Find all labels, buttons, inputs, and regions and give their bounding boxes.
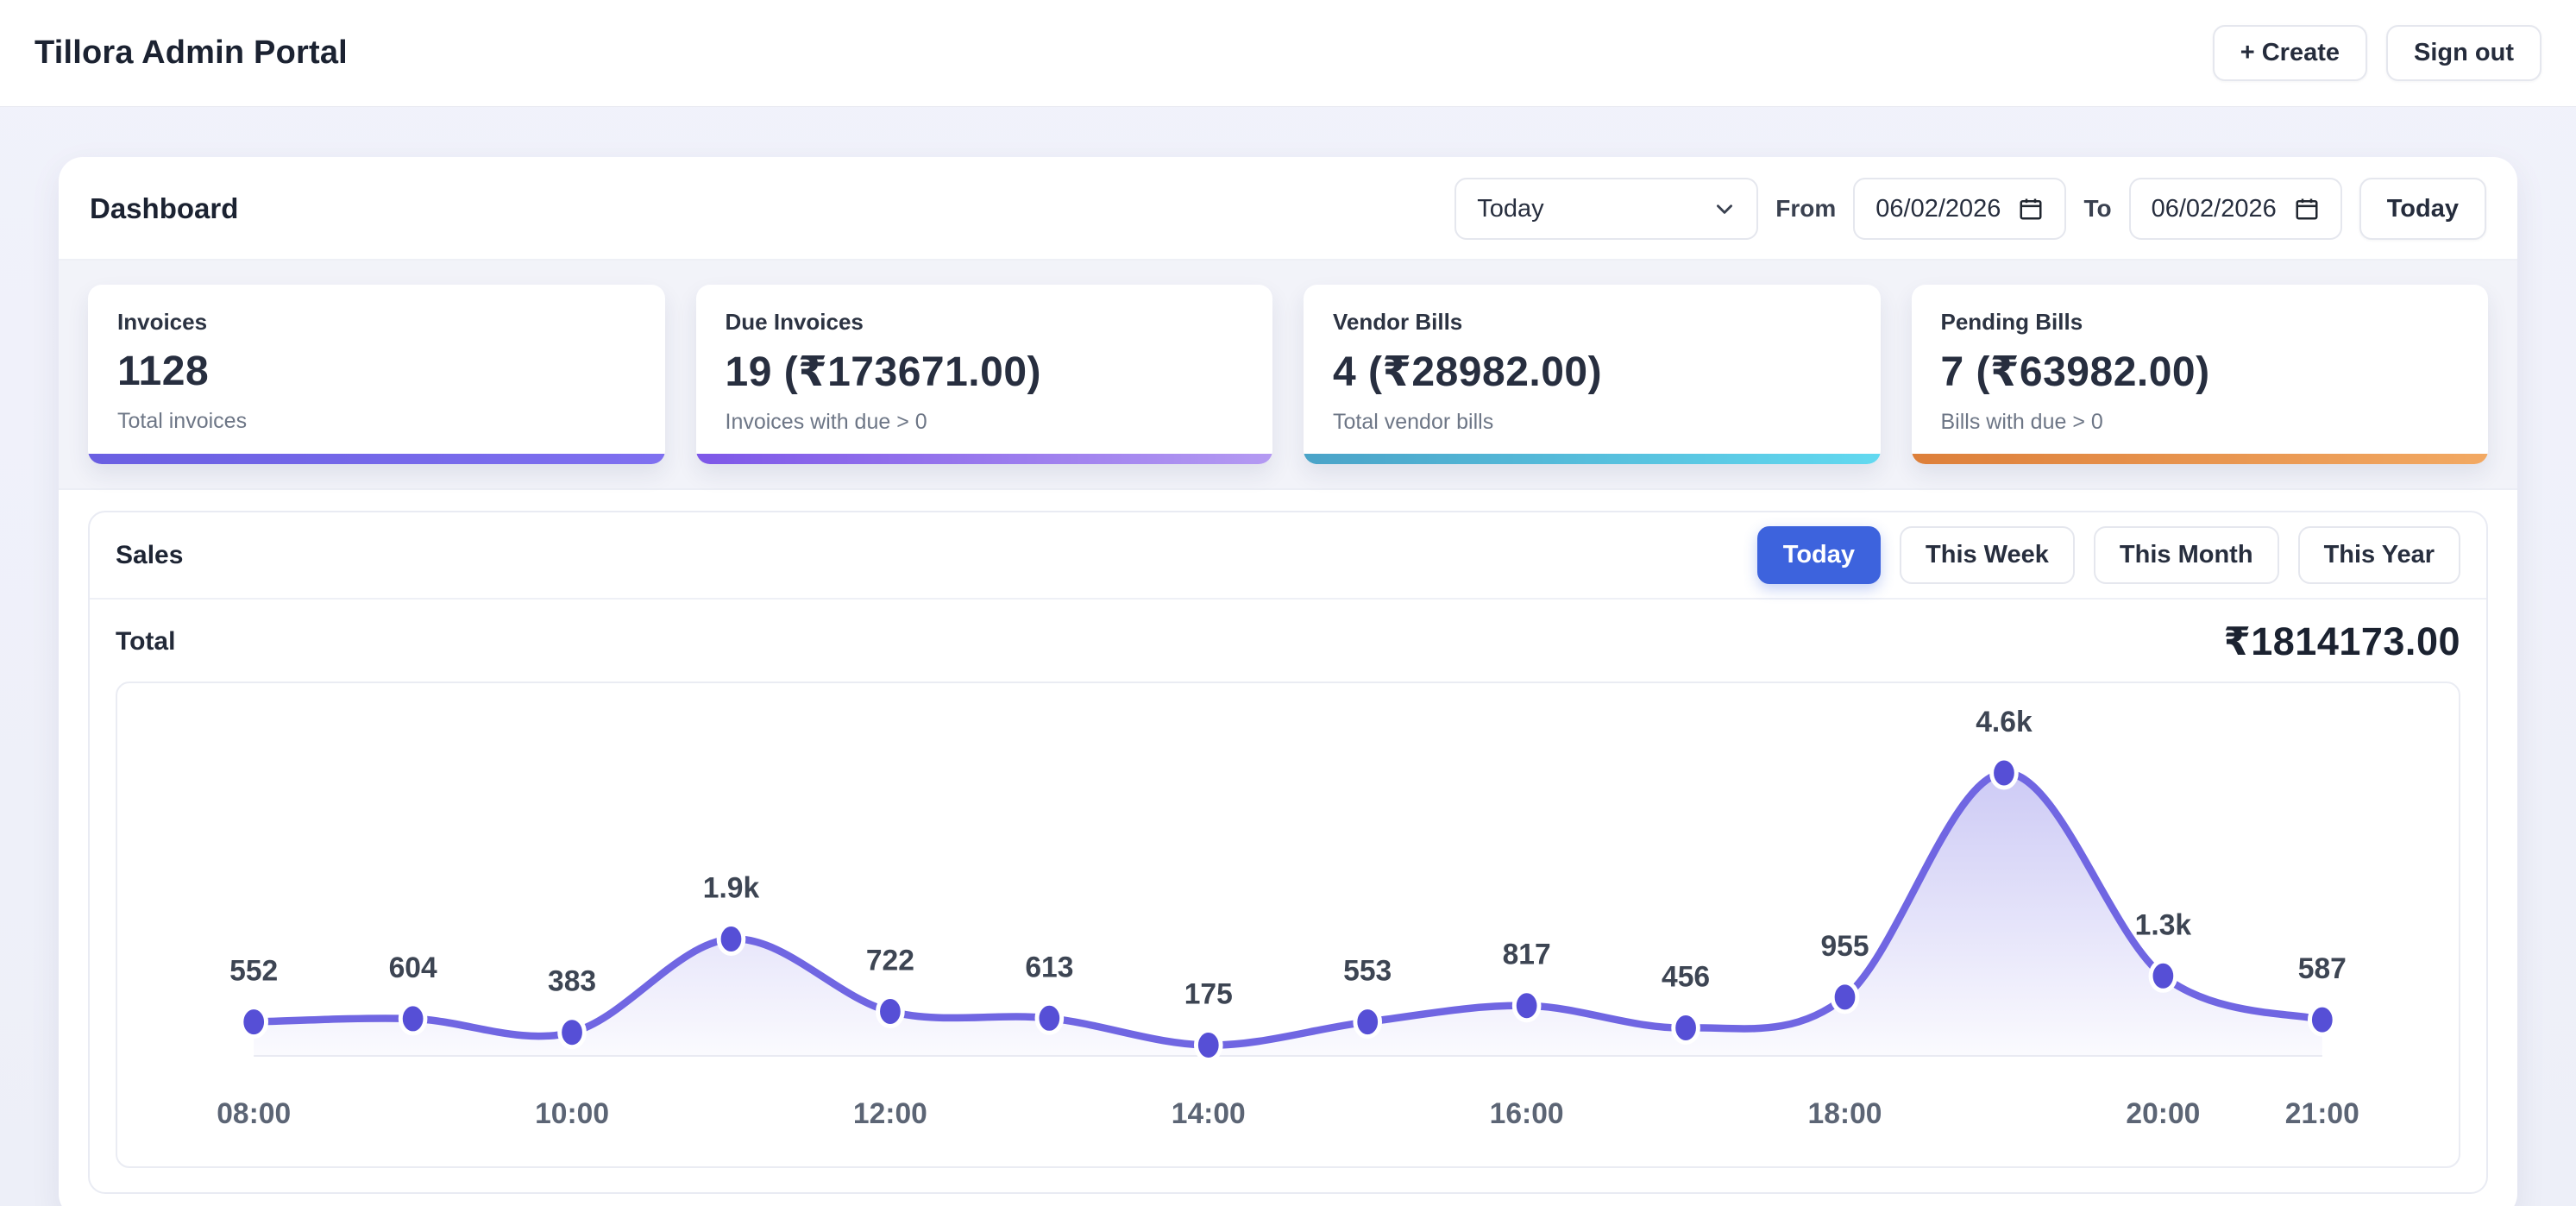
- to-date-input[interactable]: 06/02/2026: [2129, 178, 2342, 240]
- main-card: Dashboard Today From 06/02/2026 To: [59, 157, 2517, 1206]
- chart-point[interactable]: [2151, 961, 2176, 990]
- dashboard-header-row: Dashboard Today From 06/02/2026 To: [59, 157, 2517, 259]
- chart-point-label: 587: [2298, 952, 2347, 985]
- chart-x-tick: 12:00: [853, 1097, 927, 1130]
- today-button[interactable]: Today: [2359, 178, 2486, 240]
- stat-card-vendor-bills: Vendor Bills 4 (₹28982.00) Total vendor …: [1304, 285, 1881, 464]
- chart-point[interactable]: [1514, 991, 1539, 1021]
- chart-point[interactable]: [719, 925, 744, 954]
- to-label: To: [2083, 195, 2111, 223]
- stat-label: Invoices: [117, 309, 636, 336]
- chart-point-label: 456: [1662, 960, 1710, 993]
- stat-sub: Total vendor bills: [1333, 410, 1851, 435]
- chart-point[interactable]: [242, 1008, 267, 1037]
- total-value: ₹1814173.00: [2223, 619, 2460, 664]
- topbar-actions: + Create Sign out: [2213, 25, 2541, 81]
- sales-chart: 552 604 383 1.9k 722 613 175 553 817 456 955 4.6k 1.…: [116, 682, 2460, 1168]
- chart-x-tick: 14:00: [1172, 1097, 1246, 1130]
- chart-point-label: 722: [866, 944, 914, 977]
- stat-card-due-invoices: Due Invoices 19 (₹173671.00) Invoices wi…: [696, 285, 1273, 464]
- chart-point[interactable]: [2309, 1005, 2334, 1034]
- chart-point-label: 604: [389, 952, 437, 984]
- chart-point[interactable]: [1355, 1008, 1380, 1037]
- date-range-controls: Today From 06/02/2026 To 06/02/2026: [1454, 178, 2486, 240]
- stat-value: 19 (₹173671.00): [726, 348, 1244, 396]
- chart-point-label: 955: [1820, 930, 1869, 963]
- chart-point-label: 383: [548, 965, 596, 998]
- stat-accent-bar: [88, 454, 665, 464]
- chart-x-tick: 21:00: [2285, 1097, 2359, 1130]
- stat-label: Pending Bills: [1941, 309, 2460, 336]
- chart-point-label: 1.3k: [2135, 908, 2192, 941]
- sales-header-row: Sales Today This Week This Month This Year: [90, 512, 2486, 598]
- from-date-input[interactable]: 06/02/2026: [1853, 178, 2066, 240]
- stat-card-invoices: Invoices 1128 Total invoices: [88, 285, 665, 464]
- chart-point-label: 4.6k: [1976, 706, 2033, 738]
- stats-band: Invoices 1128 Total invoices Due Invoice…: [59, 261, 2517, 490]
- topbar: Tillora Admin Portal + Create Sign out: [0, 0, 2576, 107]
- screen: Tillora Admin Portal + Create Sign out D…: [0, 0, 2576, 1206]
- sales-filters: Today This Week This Month This Year: [1757, 526, 2460, 584]
- stat-accent-bar: [1304, 454, 1881, 464]
- to-date-value: 06/02/2026: [2152, 195, 2277, 223]
- sales-filter-this-year[interactable]: This Year: [2298, 526, 2460, 584]
- chart-point-label: 817: [1503, 939, 1551, 971]
- chart-area: [254, 773, 2322, 1056]
- signout-button[interactable]: Sign out: [2386, 25, 2541, 81]
- chart-x-tick: 16:00: [1490, 1097, 1564, 1130]
- chart-point[interactable]: [1832, 983, 1857, 1012]
- stat-value: 7 (₹63982.00): [1941, 348, 2460, 396]
- stat-card-pending-bills: Pending Bills 7 (₹63982.00) Bills with d…: [1912, 285, 2489, 464]
- stat-value: 4 (₹28982.00): [1333, 348, 1851, 396]
- stat-sub: Bills with due > 0: [1941, 410, 2460, 435]
- from-label: From: [1775, 195, 1836, 223]
- chart-x-tick: 18:00: [1808, 1097, 1882, 1130]
- chart-point[interactable]: [560, 1018, 585, 1047]
- sales-filter-this-week[interactable]: This Week: [1900, 526, 2075, 584]
- create-button[interactable]: + Create: [2213, 25, 2367, 81]
- sales-title: Sales: [116, 541, 183, 570]
- stat-sub: Total invoices: [117, 409, 636, 434]
- chart-point-label: 1.9k: [703, 871, 760, 904]
- sales-line-chart: 552 604 383 1.9k 722 613 175 553 817 456 955 4.6k 1.…: [117, 683, 2459, 1166]
- app-title: Tillora Admin Portal: [35, 35, 348, 72]
- chart-point[interactable]: [400, 1004, 425, 1033]
- from-date-value: 06/02/2026: [1875, 195, 2001, 223]
- chart-point-label: 175: [1184, 977, 1233, 1010]
- stat-label: Vendor Bills: [1333, 309, 1851, 336]
- sales-filter-today[interactable]: Today: [1757, 526, 1881, 584]
- chart-x-tick: 10:00: [535, 1097, 609, 1130]
- chart-x-tick: 20:00: [2126, 1097, 2200, 1130]
- stat-sub: Invoices with due > 0: [726, 410, 1244, 435]
- range-select[interactable]: Today: [1454, 178, 1758, 240]
- sales-filter-this-month[interactable]: This Month: [2094, 526, 2279, 584]
- range-select-value: Today: [1477, 195, 1543, 223]
- chart-point[interactable]: [1992, 758, 2017, 788]
- calendar-icon: [2018, 196, 2044, 222]
- chart-point[interactable]: [1674, 1013, 1699, 1042]
- chart-point-label: 553: [1343, 954, 1392, 987]
- chevron-down-icon: [1713, 198, 1736, 220]
- stat-value: 1128: [117, 348, 636, 395]
- total-label: Total: [116, 627, 175, 656]
- dashboard-title: Dashboard: [90, 192, 238, 225]
- stat-label: Due Invoices: [726, 309, 1244, 336]
- chart-point[interactable]: [878, 997, 903, 1027]
- sales-total-row: Total ₹1814173.00: [90, 600, 2486, 668]
- calendar-icon: [2294, 196, 2320, 222]
- chart-point[interactable]: [1037, 1003, 1062, 1033]
- chart-point[interactable]: [1196, 1031, 1221, 1060]
- chart-point-label: 613: [1025, 951, 1073, 983]
- stat-accent-bar: [696, 454, 1273, 464]
- chart-point-label: 552: [229, 954, 278, 987]
- stat-accent-bar: [1912, 454, 2489, 464]
- sales-card: Sales TodayThis WeekThis MonthThis Year …: [88, 511, 2488, 1194]
- chart-x-tick: 08:00: [217, 1097, 291, 1130]
